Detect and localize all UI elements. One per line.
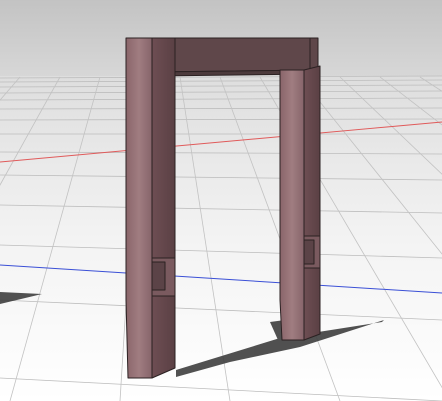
right-post[interactable] [279, 65, 321, 341]
viewport-canvas[interactable] [0, 0, 442, 401]
3d-viewport[interactable] [0, 0, 442, 401]
left-post[interactable] [125, 37, 176, 379]
ground-plane [0, 76, 442, 401]
